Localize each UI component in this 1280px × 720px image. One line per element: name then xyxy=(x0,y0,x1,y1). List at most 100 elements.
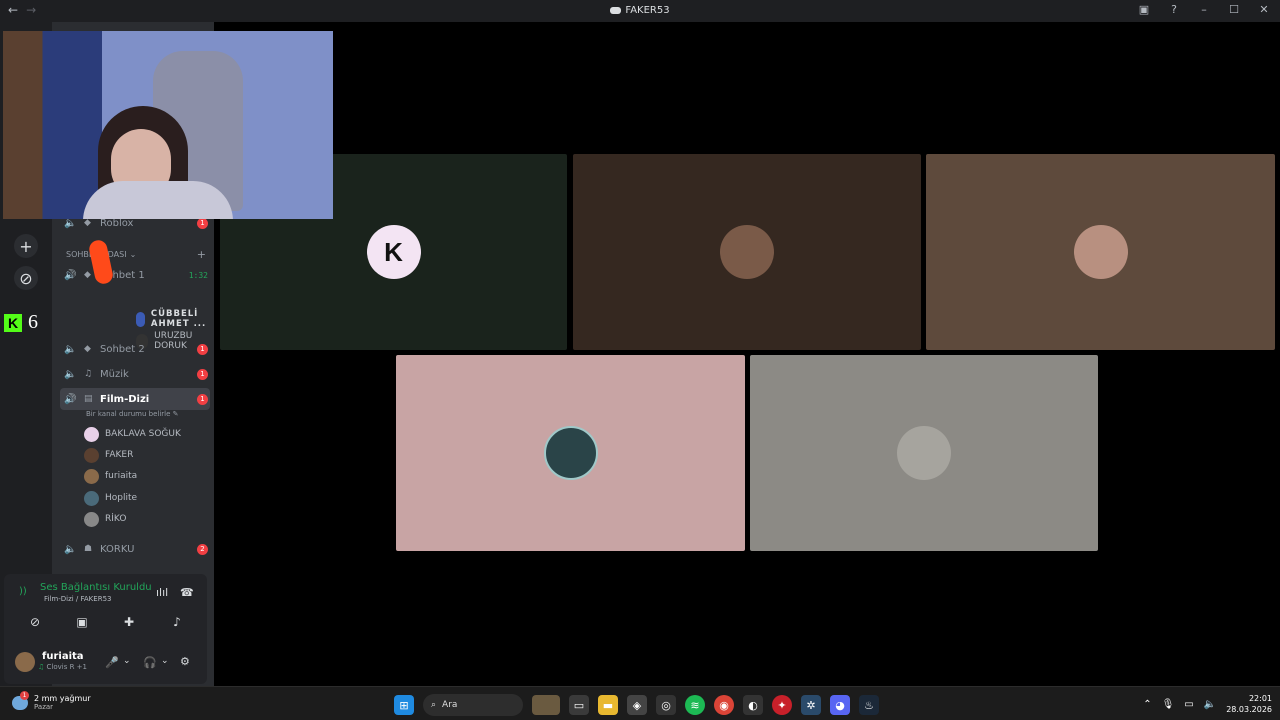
add-server-button[interactable]: + xyxy=(14,234,38,258)
avatar xyxy=(84,511,99,527)
app-icon[interactable]: ✲ xyxy=(801,695,821,715)
inbox-icon[interactable]: ▣ xyxy=(1136,3,1152,16)
riot-icon[interactable]: ✦ xyxy=(772,695,792,715)
chevron-down-icon: ⌄ xyxy=(129,250,137,259)
pencil-icon: ✎ xyxy=(172,410,179,418)
channel-name: Sohbet 1 xyxy=(100,269,145,281)
voice-member[interactable]: BAKLAVA SOĞUK xyxy=(84,425,181,443)
channel-film-dizi[interactable]: 🔊 ▤ Film-Dizi 1 xyxy=(60,388,210,410)
windows-start-icon[interactable]: ⊞ xyxy=(394,695,414,715)
channel-name: Müzik xyxy=(100,368,129,380)
video-tile[interactable] xyxy=(573,154,921,350)
weather-text: 2 mm yağmur Pazar xyxy=(34,694,91,711)
mention-badge: 1 xyxy=(197,368,208,380)
film-icon: ▤ xyxy=(84,394,93,404)
search-label: Ara xyxy=(442,700,458,710)
voice-member[interactable]: CÜBBELİ AHMET ... xyxy=(136,309,214,329)
volume-icon[interactable]: 🔈 xyxy=(1204,699,1216,710)
category-header[interactable]: SOHBET ODASI ⌄ + xyxy=(66,248,206,261)
weather-widget[interactable]: 1 2 mm yağmur Pazar xyxy=(12,690,91,711)
voice-status[interactable]: Ses Bağlantısı Kuruldu xyxy=(40,582,152,593)
clock[interactable]: 22:01 28.03.2026 xyxy=(1226,693,1272,715)
voice-connection-panel: )) Ses Bağlantısı Kuruldu Film-Dizi / FA… xyxy=(4,574,207,684)
file-explorer-icon[interactable]: ▬ xyxy=(598,695,618,715)
display-icon[interactable]: ▭ xyxy=(1184,699,1193,710)
chevron-down-icon[interactable]: ⌄ xyxy=(161,656,169,666)
avatar xyxy=(84,468,99,484)
obs-icon[interactable]: ◐ xyxy=(743,695,763,715)
music-note-icon: ♫ xyxy=(84,369,93,379)
explore-button[interactable]: ⊘ xyxy=(14,266,38,290)
screen-share-button[interactable]: ▣ xyxy=(62,612,102,632)
add-channel-icon[interactable]: + xyxy=(197,248,206,261)
noise-suppression-icon[interactable]: ılıl xyxy=(156,586,168,599)
voice-member[interactable]: Hoplite xyxy=(84,489,137,507)
app-icon[interactable]: ◈ xyxy=(627,695,647,715)
soundboard-button[interactable]: ♪ xyxy=(157,612,197,632)
member-name: furiaita xyxy=(105,471,138,481)
music-note-icon: ♫ xyxy=(38,663,47,671)
ghost-icon: ☗ xyxy=(84,544,93,554)
spotify-icon[interactable]: ≋ xyxy=(685,695,705,715)
chevron-up-icon[interactable]: ⌃ xyxy=(1143,699,1151,710)
voice-member[interactable]: RİKO xyxy=(84,510,126,528)
voice-member[interactable]: furiaita xyxy=(84,467,137,485)
kick-count: 6 xyxy=(28,311,38,333)
mention-badge: 1 xyxy=(197,217,208,229)
discord-icon[interactable]: ◕ xyxy=(830,695,850,715)
plus-icon: + xyxy=(19,236,33,256)
mention-badge: 2 xyxy=(197,543,208,555)
voice-member[interactable]: FAKER xyxy=(84,446,133,464)
voice-channel-icon: ◆ xyxy=(84,218,91,228)
video-tile[interactable] xyxy=(750,355,1098,551)
task-view-icon[interactable]: ▭ xyxy=(569,695,589,715)
search-box[interactable]: ⌕ Ara xyxy=(423,694,523,716)
camera-off-icon: ⊘ xyxy=(29,615,41,629)
channel-muzik[interactable]: 🔈 ♫ Müzik 1 xyxy=(60,363,210,385)
headphones-icon[interactable]: 🎧 xyxy=(143,656,157,669)
user-activity-text: Clovis R +1 xyxy=(46,663,87,671)
call-timer: 1:32 xyxy=(188,270,208,280)
disconnect-icon[interactable]: ☎ xyxy=(180,586,194,599)
channel-sohbet2[interactable]: 🔈 ◆ Sohbet 2 1 xyxy=(60,338,210,360)
camera-off-button[interactable]: ⊘ xyxy=(15,612,55,632)
channel-name: Roblox xyxy=(100,217,134,229)
avatar xyxy=(1073,225,1128,279)
channel-sohbet1[interactable]: 🔊 ◆ Sohbet 1 1:32 xyxy=(60,264,210,286)
member-name: CÜBBELİ AHMET ... xyxy=(150,309,207,329)
channel-status[interactable]: Bir kanal durumu belirle ✎ xyxy=(86,410,179,418)
close-icon[interactable]: ✕ xyxy=(1256,3,1272,16)
member-name: Hoplite xyxy=(105,493,138,503)
member-name: FAKER xyxy=(105,450,134,460)
microphone-icon[interactable]: 🎙 xyxy=(1162,699,1175,710)
speaker-icon: 🔊 xyxy=(64,393,77,405)
activities-button[interactable]: ✚ xyxy=(109,612,149,632)
member-name: BAKLAVA SOĞUK xyxy=(105,429,181,439)
taskbar-apps: ⊞ ⌕ Ara ▭ ▬ ◈ ◎ ≋ ◉ ◐ ✦ ✲ ◕ ♨ xyxy=(394,694,879,716)
channel-korku[interactable]: 🔈 ☗ KORKU 2 xyxy=(60,538,210,560)
streamer-hoodie xyxy=(83,181,233,219)
window-title-wrap: FAKER53 xyxy=(0,5,1280,16)
video-tile[interactable] xyxy=(926,154,1275,350)
avatar[interactable] xyxy=(15,652,35,672)
steam-overlay-icon[interactable]: ◎ xyxy=(656,695,676,715)
compass-icon: ⊘ xyxy=(19,268,33,288)
video-grid: K xyxy=(214,22,1280,686)
speaker-icon: 🔈 xyxy=(64,217,77,229)
maximize-icon[interactable]: ☐ xyxy=(1226,3,1242,16)
minimize-icon[interactable]: – xyxy=(1196,3,1212,16)
video-tile[interactable] xyxy=(396,355,745,551)
webcam-overlay xyxy=(3,31,333,219)
microphone-icon[interactable]: 🎤 xyxy=(105,656,119,669)
help-icon[interactable]: ? xyxy=(1166,3,1182,16)
window-controls: ▣ ? – ☐ ✕ xyxy=(1136,3,1272,16)
widget-icon[interactable] xyxy=(532,695,560,715)
chevron-down-icon[interactable]: ⌄ xyxy=(123,656,131,666)
voice-location[interactable]: Film-Dizi / FAKER53 xyxy=(44,595,111,603)
activities-icon: ✚ xyxy=(123,615,135,629)
speaker-icon: 🔊 xyxy=(64,269,77,281)
chrome-icon[interactable]: ◉ xyxy=(714,695,734,715)
channel-name: KORKU xyxy=(100,543,135,555)
steam-icon[interactable]: ♨ xyxy=(859,695,879,715)
settings-gear-icon[interactable]: ⚙ xyxy=(180,655,190,668)
